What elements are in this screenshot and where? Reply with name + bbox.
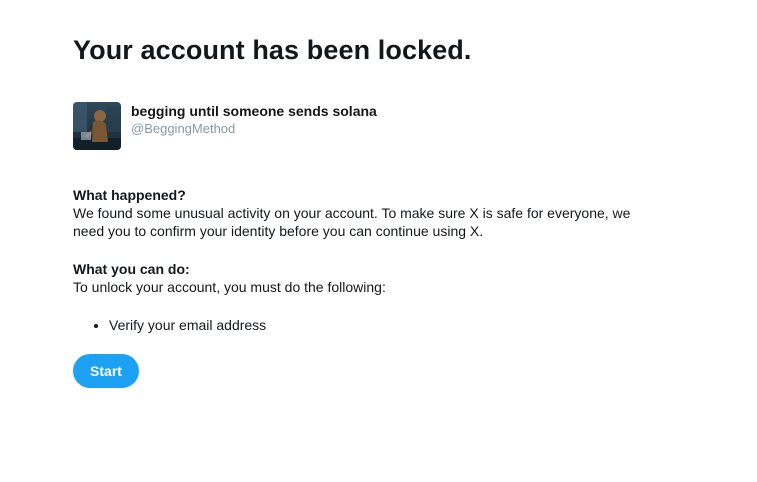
what-you-can-do-body: To unlock your account, you must do the … bbox=[73, 279, 386, 295]
what-you-can-do-section: What you can do: To unlock your account,… bbox=[73, 260, 653, 296]
list-item: Verify your email address bbox=[109, 316, 266, 334]
steps-list: Verify your email address bbox=[73, 316, 266, 334]
what-happened-body: We found some unusual activity on your a… bbox=[73, 205, 631, 239]
start-button[interactable]: Start bbox=[73, 354, 139, 388]
page-title: Your account has been locked. bbox=[73, 35, 472, 65]
display-name: begging until someone sends solana bbox=[131, 103, 377, 119]
what-happened-section: What happened? We found some unusual act… bbox=[73, 186, 653, 240]
profile-photo-icon bbox=[73, 102, 121, 150]
what-you-can-do-heading: What you can do: bbox=[73, 261, 190, 277]
avatar bbox=[73, 102, 121, 150]
account-handle: @BeggingMethod bbox=[131, 121, 236, 136]
account-info: begging until someone sends solana @Begg… bbox=[131, 103, 377, 137]
account-card: begging until someone sends solana @Begg… bbox=[73, 102, 377, 150]
what-happened-heading: What happened? bbox=[73, 187, 186, 203]
lock-page: Your account has been locked. begging un… bbox=[0, 0, 757, 482]
